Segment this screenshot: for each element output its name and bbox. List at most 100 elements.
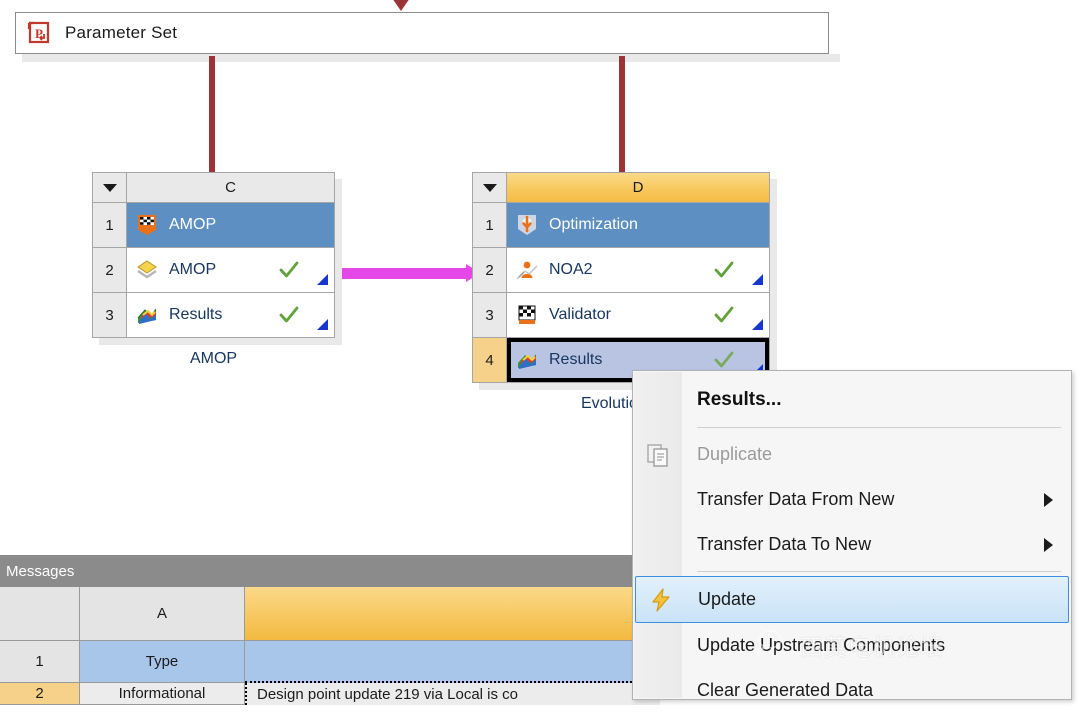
context-menu-items: Results... Duplicate Transfer Data From … [633,371,1071,713]
messages-title: Messages [6,562,75,580]
table-row[interactable]: 1 Type [0,641,660,683]
messages-pane: Messages A 1 Type 2 Informational Design… [0,555,660,705]
menu-item-clear-generated-data[interactable]: Clear Generated Data [633,668,1071,713]
table-row[interactable]: 2 NOA2 [473,248,769,293]
row-cell[interactable]: Results [127,293,334,337]
row-number: 1 [473,203,507,247]
row-label: NOA2 [549,261,593,278]
validator-flag-icon [515,303,539,327]
block-menu-button-c[interactable] [93,173,127,202]
row-label: AMOP [169,261,217,278]
parameter-set-label: Parameter Set [65,23,178,42]
row-cell-type[interactable]: Type [80,641,245,683]
messages-grid: A 1 Type 2 Informational Design point up… [0,587,660,705]
lightning-icon [648,587,674,613]
system-block-amop[interactable]: C 1 AMOP 2 AMOP 3 Results AMOP [92,172,342,367]
chevron-down-icon [102,183,117,192]
row-number: 1 [0,641,80,683]
context-menu-separator [697,427,1061,428]
menu-item-label: Clear Generated Data [697,680,874,700]
check-icon [713,304,735,326]
row-cell[interactable]: AMOP [127,248,334,292]
row-cell-text[interactable]: Design point update 219 via Local is co [245,683,660,705]
context-menu-header: Results... [697,389,782,410]
parameter-set-bar[interactable]: P Parameter Set [15,12,829,54]
submenu-arrow-icon [1044,537,1053,552]
table-row[interactable]: 3 Results [93,293,334,337]
system-block-evolutionary[interactable]: D 1 Optimization 2 NOA2 3 Validator 4 Re… [472,172,777,412]
table-row[interactable]: 3 Validator [473,293,769,338]
parameter-set-icon: P [26,20,52,46]
row-number: 2 [473,248,507,292]
row-number: 2 [93,248,127,292]
context-menu-separator [697,571,1061,572]
menu-item-update-upstream-components[interactable]: Update Upstream Components [633,623,1071,668]
block-menu-button-d[interactable] [473,173,507,202]
block-header-d: D [473,173,769,203]
menu-item-label: Transfer Data To New [697,534,872,554]
messages-header-row: A [0,587,660,641]
table-row[interactable]: 2 AMOP [93,248,334,293]
row-number: 3 [473,293,507,337]
row-cell-type[interactable]: Informational [80,683,245,705]
chevron-down-icon [482,183,497,192]
menu-item-duplicate: Duplicate [633,432,1071,477]
row-cell[interactable]: Validator [507,293,769,337]
menu-item-transfer-data-from-new[interactable]: Transfer Data From New [633,477,1071,522]
parameter-set-shadow [22,54,840,62]
row-cell[interactable]: NOA2 [507,248,769,292]
block-column-letter-d: D [507,173,769,202]
cell-corner-indicator [317,274,328,285]
row-label: Results [549,351,603,368]
submenu-arrow-icon [1044,492,1053,507]
row-number: 4 [473,338,507,382]
noa2-person-icon [515,258,539,282]
messages-column-a[interactable]: A [80,587,245,641]
validator-flag-icon [135,213,159,237]
row-number: 3 [93,293,127,337]
menu-item-label: Update [698,589,757,609]
row-label: AMOP [169,216,217,233]
amop-sheet-icon [135,258,159,282]
row-label: Validator [549,306,611,323]
project-schematic-canvas: P Parameter Set C 1 AMOP 2 AMOP 3 Result… [0,0,1080,705]
menu-item-transfer-data-to-new[interactable]: Transfer Data To New [633,522,1071,567]
connector-arrow-top [392,0,410,11]
block-table-c: C 1 AMOP 2 AMOP 3 Results [92,172,335,338]
check-icon [713,349,735,371]
row-cell[interactable]: Optimization [507,203,769,247]
table-row[interactable]: 1 Optimization [473,203,769,248]
row-label: Optimization [549,216,638,233]
row-number: 1 [93,203,127,247]
menu-item-update[interactable]: Update [635,576,1069,623]
cell-corner-indicator [752,319,763,330]
optimization-icon [515,213,539,237]
cell-corner-indicator [317,319,328,330]
check-icon [713,259,735,281]
check-icon [278,304,300,326]
messages-header-corner [0,587,80,641]
messages-column-b[interactable] [245,587,660,641]
duplicate-icon [645,442,671,468]
connector-link-c-to-d [338,268,470,279]
row-number: 2 [0,683,80,705]
block-column-letter-c: C [127,173,334,202]
context-menu: Results... Duplicate Transfer Data From … [632,370,1072,700]
results-surface-icon [515,348,539,372]
menu-item-label: Duplicate [697,444,773,464]
messages-titlebar[interactable]: Messages [0,555,660,587]
block-header-c: C [93,173,334,203]
cell-corner-indicator [752,274,763,285]
menu-item-label: Transfer Data From New [697,489,895,509]
check-icon [278,259,300,281]
block-table-d: D 1 Optimization 2 NOA2 3 Validator 4 Re… [472,172,770,383]
results-surface-icon [135,303,159,327]
connector-line-c [209,56,215,172]
row-cell-text[interactable] [245,641,660,683]
row-cell[interactable]: AMOP [127,203,334,247]
table-row[interactable]: 1 AMOP [93,203,334,248]
block-caption-c: AMOP [189,350,238,367]
menu-item-label: Update Upstream Components [697,635,946,655]
row-label: Results [169,306,223,323]
table-row[interactable]: 2 Informational Design point update 219 … [0,683,660,705]
